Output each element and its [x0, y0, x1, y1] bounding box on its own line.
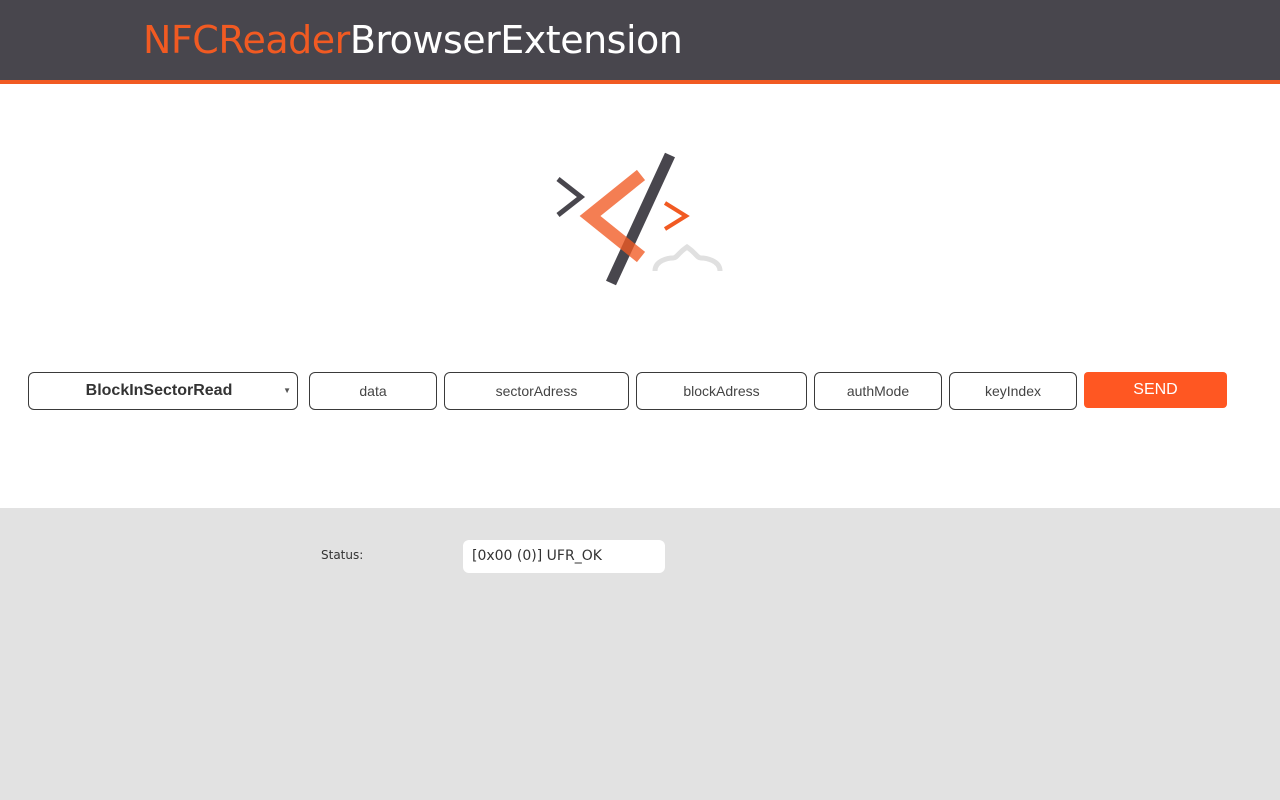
- key-index-input[interactable]: [949, 372, 1077, 410]
- function-select[interactable]: BlockInSectorRead ▼: [28, 372, 298, 410]
- chevron-down-icon: ▼: [283, 386, 291, 395]
- send-button[interactable]: SEND: [1084, 372, 1227, 408]
- block-address-input[interactable]: [636, 372, 807, 410]
- status-value: [0x00 (0)] UFR_OK: [463, 540, 665, 573]
- app-title: NFCReaderBrowserExtension: [143, 16, 683, 64]
- function-select-value: BlockInSectorRead: [85, 382, 233, 399]
- sector-address-input[interactable]: [444, 372, 629, 410]
- status-label: Status:: [321, 548, 364, 562]
- status-panel: Status: [0x00 (0)] UFR_OK: [0, 508, 1280, 800]
- app-header: NFCReaderBrowserExtension: [0, 0, 1280, 84]
- data-input[interactable]: [309, 372, 437, 410]
- code-logo-icon: [553, 152, 727, 288]
- app-title-main: BrowserExtension: [349, 18, 683, 62]
- app-title-accent: NFCReader: [143, 18, 350, 62]
- auth-mode-input[interactable]: [814, 372, 942, 410]
